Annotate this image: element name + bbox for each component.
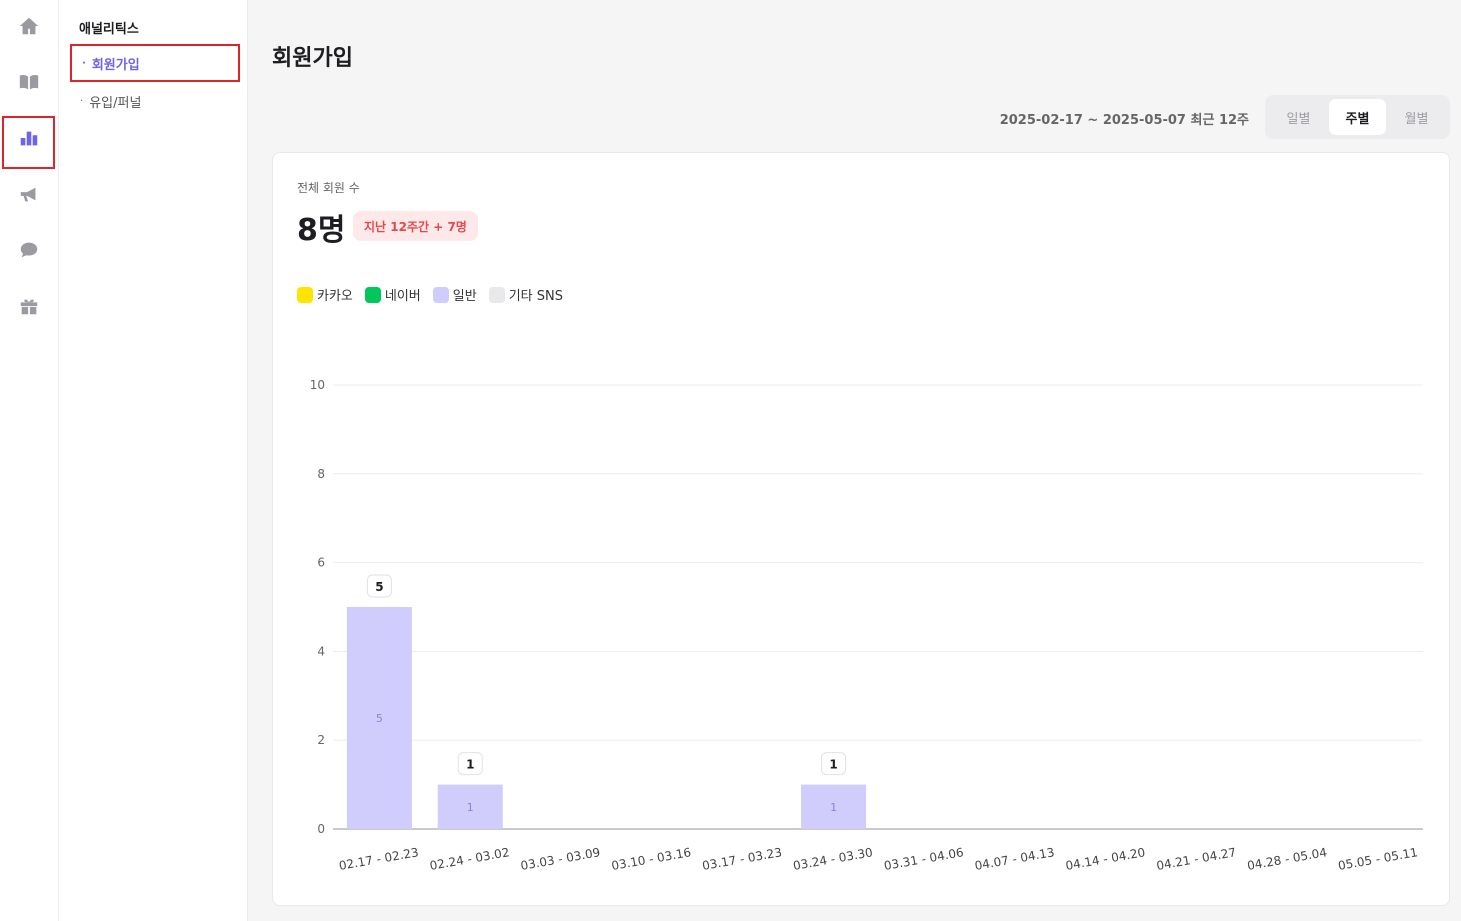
date-range-text: 2025-02-17 ~ 2025-05-07 최근 12주 [999, 113, 1249, 128]
megaphone-icon [20, 187, 36, 202]
rail-gift[interactable] [6, 282, 52, 330]
rail-marketing[interactable] [6, 170, 52, 218]
app-window: 애널리틱스 · 회원가입 · 유입/퍼널 회원가입 2025-02-17 ~ 2… [0, 0, 1461, 921]
x-tick-label: 04.07 - 04.13 [974, 845, 1056, 873]
period-weekly-button[interactable]: 주별 [1329, 99, 1386, 135]
rail-home[interactable] [6, 2, 52, 50]
y-tick-label: 4 [317, 644, 325, 658]
bar-total-label: 1 [466, 758, 474, 772]
chat-bubble-icon [20, 242, 38, 258]
x-tick-label: 04.21 - 04.27 [1155, 845, 1237, 873]
x-tick-label: 03.10 - 03.16 [610, 845, 692, 873]
period-toggle: 일별 주별 월별 [1265, 95, 1450, 139]
x-tick-label: 04.14 - 04.20 [1064, 845, 1146, 873]
sub-navigation: 애널리틱스 · 회원가입 · 유입/퍼널 [59, 0, 248, 921]
period-monthly-button[interactable]: 월별 [1388, 99, 1445, 135]
icon-rail [0, 0, 59, 921]
period-daily-button[interactable]: 일별 [1270, 99, 1327, 135]
bar-total-label: 1 [829, 758, 837, 772]
bar-value-label: 1 [467, 801, 474, 814]
bar-value-label: 5 [376, 712, 383, 725]
bullet-icon: · [82, 57, 86, 69]
book-icon [19, 74, 39, 90]
x-tick-label: 03.03 - 03.09 [519, 845, 601, 873]
signup-bar-chart: 0 2 4 6 8 10 5 5 02.17 - 02.23 1 1 02.24 - 03.02 03.… [310, 378, 1423, 873]
y-tick-label: 8 [317, 467, 325, 481]
rail-analytics[interactable] [2, 114, 55, 169]
x-tick-label: 02.24 - 03.02 [429, 845, 511, 873]
x-tick-label: 02.17 - 02.23 [338, 845, 420, 873]
subnav-item-signup[interactable]: · 회원가입 [70, 44, 240, 82]
signup-chart-card: 전체 회원 수 8명 지난 12주간 + 7명 카카오 네이버 일반 기타 SN… [272, 152, 1450, 906]
rail-book[interactable] [6, 58, 52, 106]
x-tick-label: 04.28 - 05.04 [1246, 845, 1328, 873]
subnav-item-label: 회원가입 [91, 57, 140, 73]
y-tick-label: 0 [317, 822, 325, 836]
home-icon [19, 17, 39, 35]
active-highlight [2, 116, 55, 169]
bullet-icon: · [80, 95, 84, 107]
page-title: 회원가입 [272, 46, 353, 71]
y-tick-label: 10 [310, 378, 325, 392]
subnav-item-funnel[interactable]: · 유입/퍼널 [70, 82, 240, 120]
subnav-title: 애널리틱스 [79, 22, 139, 37]
bar-total-label: 5 [375, 580, 383, 594]
gift-icon [20, 299, 38, 315]
y-tick-label: 2 [317, 733, 325, 747]
rail-chat[interactable] [6, 226, 52, 274]
x-tick-label: 03.17 - 03.23 [701, 845, 783, 873]
x-tick-label: 05.05 - 05.11 [1337, 845, 1419, 873]
subnav-item-label: 유입/퍼널 [89, 95, 142, 111]
x-tick-label: 03.31 - 04.06 [883, 845, 965, 873]
bar-value-label: 1 [830, 801, 837, 814]
y-tick-label: 6 [317, 556, 325, 570]
x-tick-label: 03.24 - 03.30 [792, 845, 874, 873]
